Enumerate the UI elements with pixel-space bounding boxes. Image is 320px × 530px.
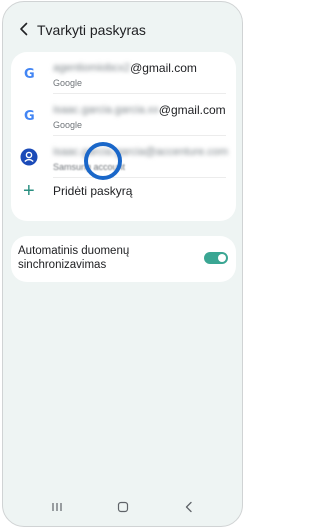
google-icon: G <box>20 106 38 124</box>
accounts-card: G agentiomiobcx2 @gmail.com Google G isa <box>11 52 236 221</box>
google-icon: G <box>20 64 38 82</box>
account-email-domain: @gmail.com <box>158 103 226 117</box>
svg-text:G: G <box>24 109 35 122</box>
sync-card: Automatinis duomenų sinchronizavimas <box>11 236 236 282</box>
recent-apps-button[interactable] <box>45 498 69 516</box>
svg-text:G: G <box>24 67 35 80</box>
account-type-label: Google <box>53 120 83 130</box>
account-type-label: Samsung account <box>53 162 126 172</box>
home-icon <box>117 501 129 513</box>
recent-apps-icon <box>52 503 62 511</box>
sync-toggle[interactable] <box>204 252 228 264</box>
account-email-hidden: isaac.garcia.garcia@accenture.com <box>53 146 229 158</box>
divider <box>53 177 226 178</box>
page-title: Tvarkyti paskyras <box>37 22 146 38</box>
add-account-button[interactable]: + Pridėti paskyrą <box>11 180 236 216</box>
account-email-hidden: isaac.garcia.garcia.xx <box>53 104 159 116</box>
toggle-knob <box>218 254 226 262</box>
sync-label: Automatinis duomenų sinchronizavimas <box>18 245 130 271</box>
account-type-label: Google <box>53 78 83 88</box>
phone-frame: Tvarkyti paskyras G agentiomiobcx2 @gmai… <box>2 1 243 527</box>
account-row-google-1[interactable]: G agentiomiobcx2 @gmail.com Google <box>11 52 236 92</box>
back-button[interactable] <box>13 18 35 40</box>
plus-icon: + <box>23 180 35 202</box>
account-email-domain: @gmail.com <box>130 61 197 75</box>
add-account-label: Pridėti paskyrą <box>53 184 133 198</box>
home-button[interactable] <box>111 498 135 516</box>
account-row-google-2[interactable]: G isaac.garcia.garcia.xx @gmail.com Goog… <box>11 94 236 134</box>
back-icon <box>185 501 192 513</box>
header: Tvarkyti paskyras <box>3 16 242 50</box>
navigation-bar <box>3 498 242 516</box>
highlight-circle <box>84 142 122 180</box>
samsung-account-icon <box>20 148 38 166</box>
chevron-left-icon <box>20 22 28 36</box>
account-email-hidden: agentiomiobcx2 <box>53 62 131 74</box>
nav-back-button[interactable] <box>177 498 201 516</box>
account-row-samsung[interactable]: isaac.garcia.garcia@accenture.com Samsun… <box>11 136 236 176</box>
